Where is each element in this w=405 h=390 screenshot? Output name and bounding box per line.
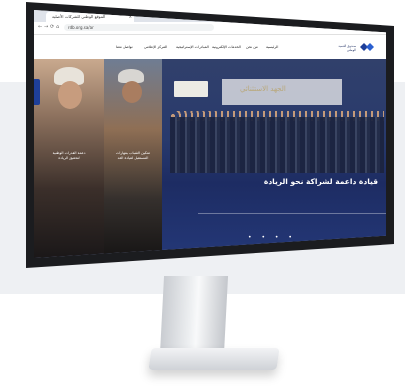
reload-icon[interactable]: ⟳ xyxy=(50,24,54,30)
face-image xyxy=(58,81,82,109)
hero-section: دعمة القدرات الوطنية لتحقيق الريادة تمكي… xyxy=(34,59,386,258)
back-icon[interactable]: ← xyxy=(38,24,42,30)
face-image xyxy=(122,81,142,103)
hero-panel-woman[interactable]: دعمة القدرات الوطنية لتحقيق الريادة xyxy=(34,59,104,258)
hero-main-slide[interactable]: الجهد الاستثنائي قيادة داعمة لشراكة نحو … xyxy=(162,59,386,258)
stage-plaque xyxy=(174,81,208,97)
monitor-screen: الموقع الوطني للشركات الأصلية × – □ × ← … xyxy=(34,10,386,258)
monitor-stand-neck xyxy=(159,276,229,354)
group-photo xyxy=(170,117,384,173)
nav-media-center[interactable]: المركز الإعلامي xyxy=(144,45,167,49)
forward-icon[interactable]: → xyxy=(44,24,48,30)
nav-initiatives[interactable]: المبادرات الإستراتيجية xyxy=(176,45,209,49)
slider-dots[interactable]: • • • • xyxy=(248,234,296,241)
site-logo-text: صندوق التنمية الوطني xyxy=(338,44,356,52)
monitor-stand-base xyxy=(148,348,280,370)
nav-about[interactable]: من نحن xyxy=(246,45,258,49)
nav-e-services[interactable]: الخدمات الإلكترونية xyxy=(212,45,241,49)
home-icon[interactable]: ⌂ xyxy=(56,24,59,30)
hero-divider xyxy=(198,213,386,214)
panel2-caption: تمكين الشباب بمهارات المستقبل لقيادة الغ… xyxy=(116,151,150,160)
panel1-caption: دعمة القدرات الوطنية لتحقيق الريادة xyxy=(52,151,86,160)
nav-contact[interactable]: تواصل معنا xyxy=(116,45,133,49)
side-accessibility-tab[interactable] xyxy=(34,79,40,105)
hero-panel-worker[interactable]: تمكين الشباب بمهارات المستقبل لقيادة الغ… xyxy=(104,59,162,258)
site-header: الرئيسية من نحن الخدمات الإلكترونية المب… xyxy=(34,35,386,59)
browser-tab-title: الموقع الوطني للشركات الأصلية xyxy=(52,14,106,19)
nav-home[interactable]: الرئيسية xyxy=(266,45,278,49)
url-input[interactable]: rdb.org.sa/ar xyxy=(64,24,214,31)
window-controls[interactable]: – □ × xyxy=(350,12,380,18)
hero-caption: قيادة داعمة لشراكة نحو الريادة xyxy=(263,177,378,186)
site-logo-icon[interactable] xyxy=(360,42,374,52)
stage-title: الجهد الاستثنائي xyxy=(240,85,286,93)
